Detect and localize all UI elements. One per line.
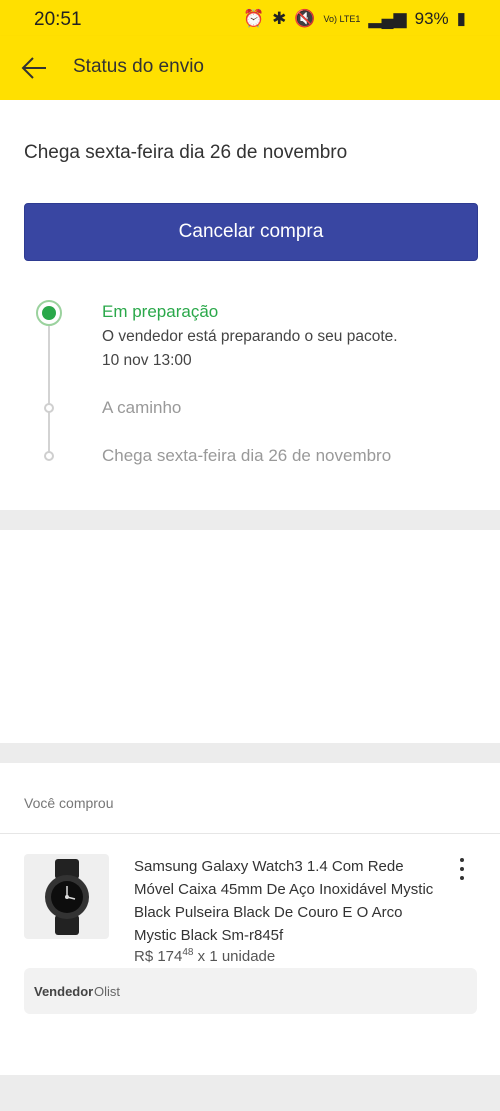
step-time: 10 nov 13:00 bbox=[102, 352, 192, 369]
timeline-dot bbox=[44, 451, 54, 461]
app-bar: Status do envio bbox=[0, 36, 500, 100]
blank-card bbox=[0, 530, 500, 743]
more-dot bbox=[460, 867, 464, 871]
smartwatch-icon bbox=[44, 858, 89, 935]
divider bbox=[0, 833, 500, 834]
arrival-date: Chega sexta-feira dia 26 de novembro bbox=[24, 142, 348, 163]
status-time: 20:51 bbox=[34, 9, 82, 30]
timeline-active-dot bbox=[36, 300, 62, 326]
product-image[interactable] bbox=[24, 854, 109, 939]
timeline-dot bbox=[44, 403, 54, 413]
step-title-preparing: Em preparação bbox=[102, 302, 219, 321]
price-main: R$ 174 bbox=[134, 948, 183, 965]
more-dot bbox=[460, 858, 464, 862]
seller-box: Vendedor Olist bbox=[24, 968, 477, 1014]
back-arrow-icon bbox=[21, 57, 46, 79]
price-cents: 48 bbox=[182, 947, 194, 958]
page-title: Status do envio bbox=[73, 56, 204, 77]
step-description: O vendedor está preparando o seu pacote. bbox=[102, 328, 398, 345]
bluetooth-icon: ✱ bbox=[272, 9, 287, 28]
status-icons: ⏰ ✱ 🔇 Vo) LTE1 ▂▄▆ 93% ▮ bbox=[243, 9, 466, 29]
mute-icon: 🔇 bbox=[294, 9, 316, 28]
more-dot bbox=[460, 876, 464, 880]
alarm-icon: ⏰ bbox=[242, 9, 265, 28]
step-title-arrival: Chega sexta-feira dia 26 de novembro bbox=[102, 446, 392, 465]
product-price: R$ 17448 x 1 unidade bbox=[134, 947, 275, 965]
battery-icon: ▮ bbox=[456, 9, 466, 28]
step-title-on-the-way: A caminho bbox=[102, 398, 182, 417]
status-bar: 20:51 ⏰ ✱ 🔇 Vo) LTE1 ▂▄▆ 93% ▮ bbox=[0, 0, 500, 36]
back-button[interactable] bbox=[14, 50, 54, 86]
signal-icon: ▂▄▆ bbox=[368, 9, 407, 28]
product-title[interactable]: Samsung Galaxy Watch3 1.4 Com Rede Móvel… bbox=[134, 855, 434, 947]
quantity-text: x 1 unidade bbox=[193, 948, 276, 965]
cancel-purchase-button[interactable]: Cancelar compra bbox=[24, 203, 478, 261]
more-options-button[interactable] bbox=[452, 858, 472, 880]
purchase-heading: Você comprou bbox=[24, 795, 114, 811]
network-label: Vo) LTE1 bbox=[323, 14, 361, 24]
timeline-line bbox=[48, 313, 50, 457]
battery-percent: 93% bbox=[414, 9, 449, 28]
seller-name[interactable]: Olist bbox=[94, 984, 120, 999]
seller-label: Vendedor bbox=[34, 984, 94, 999]
